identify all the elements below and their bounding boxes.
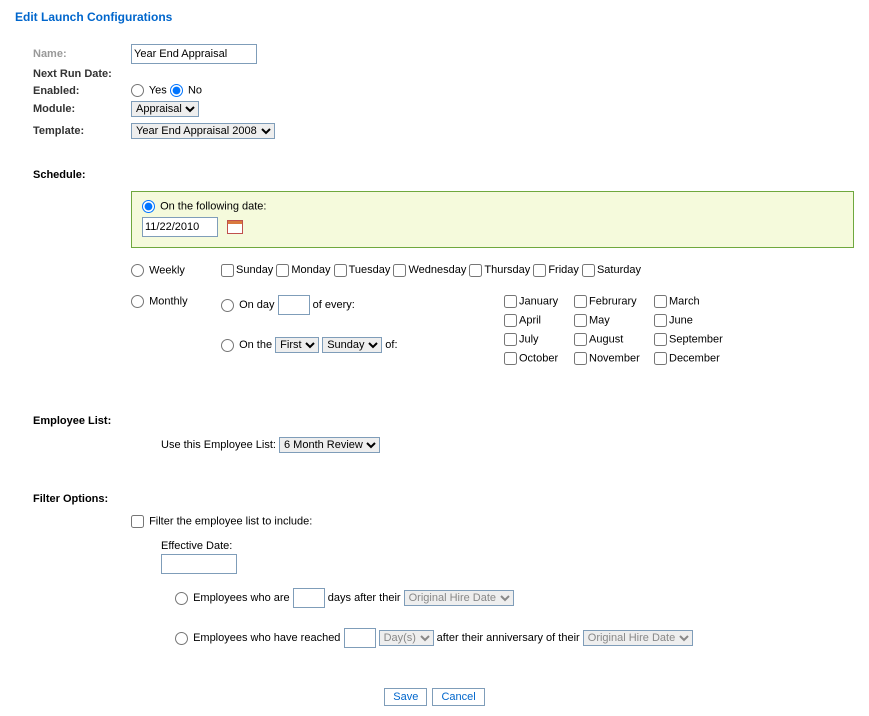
month-august-checkbox[interactable] bbox=[574, 333, 587, 346]
monthly-weekday-select[interactable]: Sunday bbox=[322, 337, 382, 353]
label-module: Module: bbox=[33, 103, 131, 115]
days-after-their-label: days after their bbox=[328, 592, 401, 604]
enabled-no-radio[interactable] bbox=[170, 84, 183, 97]
schedule-monthly-radio[interactable] bbox=[131, 295, 144, 308]
monthly-on-the-radio[interactable] bbox=[221, 339, 234, 352]
label-filter-options: Filter Options: bbox=[33, 493, 854, 505]
month-january-checkbox[interactable] bbox=[504, 295, 517, 308]
save-button[interactable]: Save bbox=[384, 688, 427, 706]
schedule-weekly-label: Weekly bbox=[149, 264, 185, 276]
schedule-date-input[interactable] bbox=[142, 217, 218, 237]
month-february-checkbox[interactable] bbox=[574, 295, 587, 308]
employees-who-reached-label: Employees who have reached bbox=[193, 632, 340, 644]
monthly-of-label: of: bbox=[385, 339, 397, 351]
weekday-tuesday-checkbox[interactable] bbox=[334, 264, 347, 277]
month-april-checkbox[interactable] bbox=[504, 314, 517, 327]
schedule-weekly-radio[interactable] bbox=[131, 264, 144, 277]
employee-list-select[interactable]: 6 Month Review bbox=[279, 437, 380, 453]
label-employee-list: Employee List: bbox=[33, 415, 854, 427]
monthly-on-day-label: On day bbox=[239, 299, 274, 311]
template-select[interactable]: Year End Appraisal 2008 bbox=[131, 123, 275, 139]
monthly-on-the-label: On the bbox=[239, 339, 272, 351]
monthly-day-number-input[interactable] bbox=[278, 295, 310, 315]
month-may-checkbox[interactable] bbox=[574, 314, 587, 327]
month-june-checkbox[interactable] bbox=[654, 314, 667, 327]
label-schedule: Schedule: bbox=[33, 169, 854, 181]
date-type-2-select[interactable]: Original Hire Date bbox=[583, 630, 693, 646]
cancel-button[interactable]: Cancel bbox=[432, 688, 484, 706]
weekday-friday-checkbox[interactable] bbox=[533, 264, 546, 277]
label-enabled: Enabled: bbox=[33, 85, 131, 97]
name-input[interactable] bbox=[131, 44, 257, 64]
module-select[interactable]: Appraisal bbox=[131, 101, 199, 117]
date-type-1-select[interactable]: Original Hire Date bbox=[404, 590, 514, 606]
filter-include-checkbox[interactable] bbox=[131, 515, 144, 528]
anniversary-unit-select[interactable]: Day(s) bbox=[379, 630, 434, 646]
month-november-checkbox[interactable] bbox=[574, 352, 587, 365]
weekday-saturday-checkbox[interactable] bbox=[582, 264, 595, 277]
label-template: Template: bbox=[33, 125, 131, 137]
weekday-checkbox-row: Sunday Monday Tuesday Wednesday Thursday… bbox=[221, 264, 641, 277]
enabled-yes-label: Yes bbox=[149, 84, 167, 96]
enabled-yes-radio[interactable] bbox=[131, 84, 144, 97]
month-december-checkbox[interactable] bbox=[654, 352, 667, 365]
label-next-run-date: Next Run Date: bbox=[33, 68, 131, 80]
days-after-input[interactable] bbox=[293, 588, 325, 608]
weekday-monday-checkbox[interactable] bbox=[276, 264, 289, 277]
schedule-monthly-label: Monthly bbox=[149, 295, 188, 307]
employees-who-are-label: Employees who are bbox=[193, 592, 290, 604]
filter-anniversary-radio[interactable] bbox=[175, 632, 188, 645]
monthly-on-day-radio[interactable] bbox=[221, 299, 234, 312]
anniversary-count-input[interactable] bbox=[344, 628, 376, 648]
label-name: Name: bbox=[33, 48, 131, 60]
month-july-checkbox[interactable] bbox=[504, 333, 517, 346]
after-anniversary-label: after their anniversary of their bbox=[437, 632, 580, 644]
filter-include-label: Filter the employee list to include: bbox=[149, 515, 312, 527]
weekday-sunday-checkbox[interactable] bbox=[221, 264, 234, 277]
month-checkbox-grid: January Februrary March April May June J… bbox=[504, 295, 744, 365]
effective-date-label: Effective Date: bbox=[161, 540, 232, 552]
page-title: Edit Launch Configurations bbox=[15, 10, 854, 24]
schedule-following-date-label: On the following date: bbox=[160, 200, 266, 212]
schedule-following-date-box: On the following date: bbox=[131, 191, 854, 248]
use-employee-list-label: Use this Employee List: bbox=[161, 439, 276, 451]
monthly-ordinal-select[interactable]: First bbox=[275, 337, 319, 353]
weekday-thursday-checkbox[interactable] bbox=[469, 264, 482, 277]
enabled-no-label: No bbox=[188, 84, 202, 96]
month-march-checkbox[interactable] bbox=[654, 295, 667, 308]
monthly-of-every-label: of every: bbox=[313, 299, 355, 311]
calendar-icon[interactable] bbox=[227, 220, 243, 234]
month-september-checkbox[interactable] bbox=[654, 333, 667, 346]
weekday-wednesday-checkbox[interactable] bbox=[393, 264, 406, 277]
filter-days-after-radio[interactable] bbox=[175, 592, 188, 605]
month-october-checkbox[interactable] bbox=[504, 352, 517, 365]
schedule-following-date-radio[interactable] bbox=[142, 200, 155, 213]
effective-date-input[interactable] bbox=[161, 554, 237, 574]
